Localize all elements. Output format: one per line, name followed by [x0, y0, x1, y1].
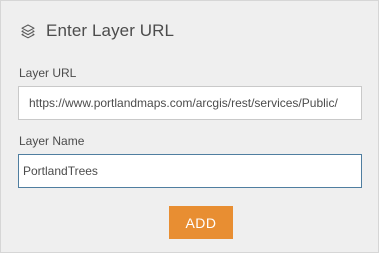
- layer-name-input[interactable]: [18, 154, 362, 188]
- page-title: Enter Layer URL: [46, 21, 175, 40]
- add-button[interactable]: ADD: [169, 206, 233, 239]
- layer-url-input[interactable]: [18, 86, 362, 120]
- layers-icon: [19, 22, 37, 40]
- enter-layer-url-panel: Enter Layer URL Layer URL Layer Name ADD: [0, 0, 379, 253]
- panel-header: Enter Layer URL: [19, 20, 174, 42]
- layer-name-label: Layer Name: [19, 134, 85, 148]
- layer-url-label: Layer URL: [19, 66, 77, 80]
